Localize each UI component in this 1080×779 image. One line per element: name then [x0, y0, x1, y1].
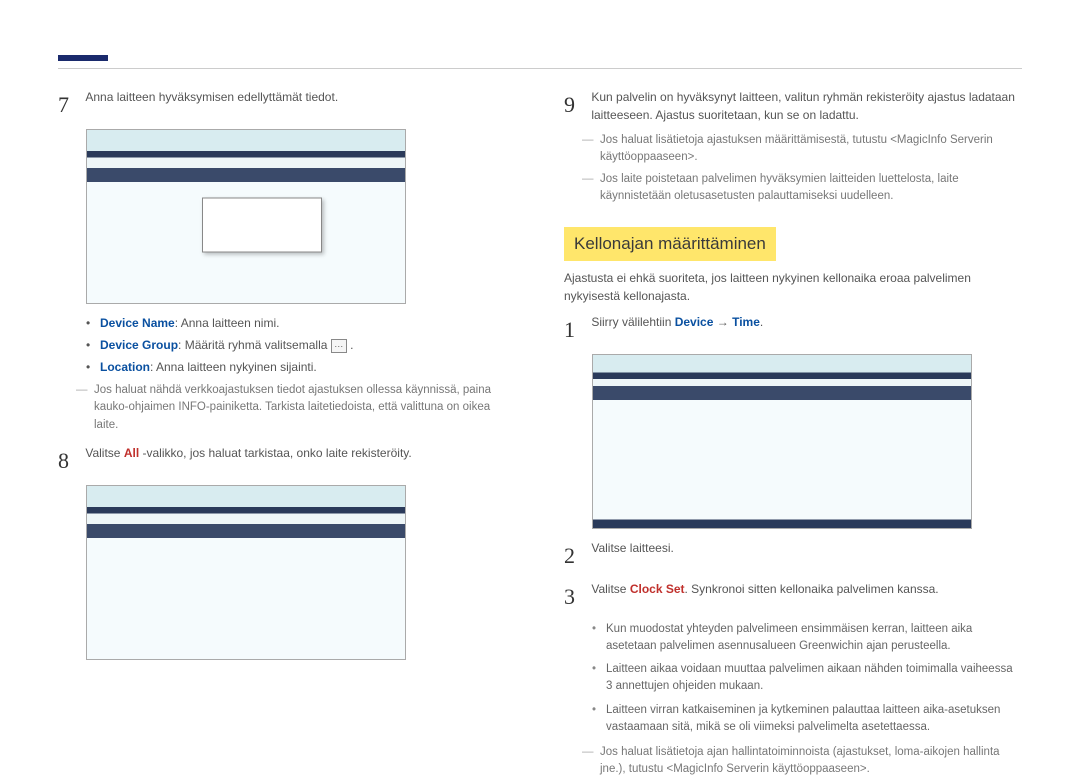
step-number: 9 [564, 88, 588, 121]
note-item: Jos haluat lisätietoja ajan hallintatoim… [582, 744, 1022, 779]
step-text: Valitse Clock Set. Synkronoi sitten kell… [591, 580, 1019, 598]
step-text: Kun palvelin on hyväksynyt laitteen, val… [591, 88, 1019, 124]
field-label: Device Group [100, 338, 178, 352]
step-text: Valitse laitteesi. [591, 539, 1019, 557]
step-8: 8 Valitse All -valikko, jos haluat tarki… [58, 444, 516, 477]
list-item: Laitteen virran katkaiseminen ja kytkemi… [592, 702, 1022, 737]
section-title: Kellonajan määrittäminen [564, 227, 776, 261]
menu-all: All [124, 446, 139, 460]
step-9: 9 Kun palvelin on hyväksynyt laitteen, v… [564, 88, 1022, 124]
approve-device-dialog [202, 198, 322, 253]
arrow-icon: → [713, 315, 732, 329]
step-number: 1 [564, 313, 588, 346]
note-item: Jos haluat lisätietoja ajastuksen määrit… [582, 132, 1022, 167]
tab-device: Device [675, 315, 714, 329]
note-list: Jos haluat lisätietoja ajastuksen määrit… [582, 132, 1022, 205]
field-label: Device Name [100, 316, 175, 330]
list-item: Location: Anna laitteen nykyinen sijaint… [86, 358, 516, 376]
step-text: Siirry välilehtiin Device → Time. [591, 313, 1019, 331]
text: -valikko, jos haluat tarkistaa, onko lai… [139, 446, 412, 460]
clock-set: Clock Set [630, 582, 685, 596]
step-number: 3 [564, 580, 588, 613]
text: Valitse [85, 446, 123, 460]
list-item: Device Name: Anna laitteen nimi. [86, 314, 516, 332]
note-item: Jos laite poistetaan palvelimen hyväksym… [582, 171, 1022, 206]
intro-paragraph: Ajastusta ei ehkä suoriteta, jos laittee… [564, 269, 1022, 305]
list-item: Laitteen aikaa voidaan muuttaa palvelime… [592, 661, 1022, 696]
step-number: 2 [564, 539, 588, 572]
step-7: 7 Anna laitteen hyväksymisen edellyttämä… [58, 88, 516, 121]
step-2: 2 Valitse laitteesi. [564, 539, 1022, 572]
page-body: 7 Anna laitteen hyväksymisen edellyttämä… [58, 88, 1022, 723]
step-1: 1 Siirry välilehtiin Device → Time. [564, 313, 1022, 346]
field-desc: : Anna laitteen nimi. [175, 316, 280, 330]
step-text: Anna laitteen hyväksymisen edellyttämät … [85, 88, 513, 106]
step-number: 8 [58, 444, 82, 477]
screenshot-device-time [592, 354, 972, 529]
header-rule [58, 68, 1022, 69]
step-3: 3 Valitse Clock Set. Synkronoi sitten ke… [564, 580, 1022, 613]
field-desc: : Anna laitteen nykyinen sijainti. [150, 360, 317, 374]
field-label: Location [100, 360, 150, 374]
left-column: 7 Anna laitteen hyväksymisen edellyttämä… [58, 88, 516, 723]
note-list: Jos haluat nähdä verkkoajastuksen tiedot… [76, 382, 516, 434]
period: . [347, 338, 354, 352]
tab-time: Time [732, 315, 760, 329]
list-item: Kun muodostat yhteyden palvelimeen ensim… [592, 621, 1022, 656]
field-desc: : Määritä ryhmä valitsemalla [178, 338, 331, 352]
approve-fields-list: Device Name: Anna laitteen nimi. Device … [86, 314, 516, 376]
step-number: 7 [58, 88, 82, 121]
text: . [760, 315, 763, 329]
ellipsis-icon: ⋯ [331, 339, 347, 353]
screenshot-device-list [86, 485, 406, 660]
note-list: Jos haluat lisätietoja ajan hallintatoim… [582, 744, 1022, 779]
text: Valitse [591, 582, 629, 596]
sub-bullets: Kun muodostat yhteyden palvelimeen ensim… [592, 621, 1022, 737]
step-text: Valitse All -valikko, jos haluat tarkist… [85, 444, 513, 462]
screenshot-approve-device [86, 129, 406, 304]
text: . Synkronoi sitten kellonaika palvelimen… [685, 582, 939, 596]
list-item: Device Group: Määritä ryhmä valitsemalla… [86, 336, 516, 354]
note-item: Jos haluat nähdä verkkoajastuksen tiedot… [76, 382, 516, 434]
right-column: 9 Kun palvelin on hyväksynyt laitteen, v… [564, 88, 1022, 723]
header-accent [58, 55, 108, 61]
text: Siirry välilehtiin [591, 315, 674, 329]
